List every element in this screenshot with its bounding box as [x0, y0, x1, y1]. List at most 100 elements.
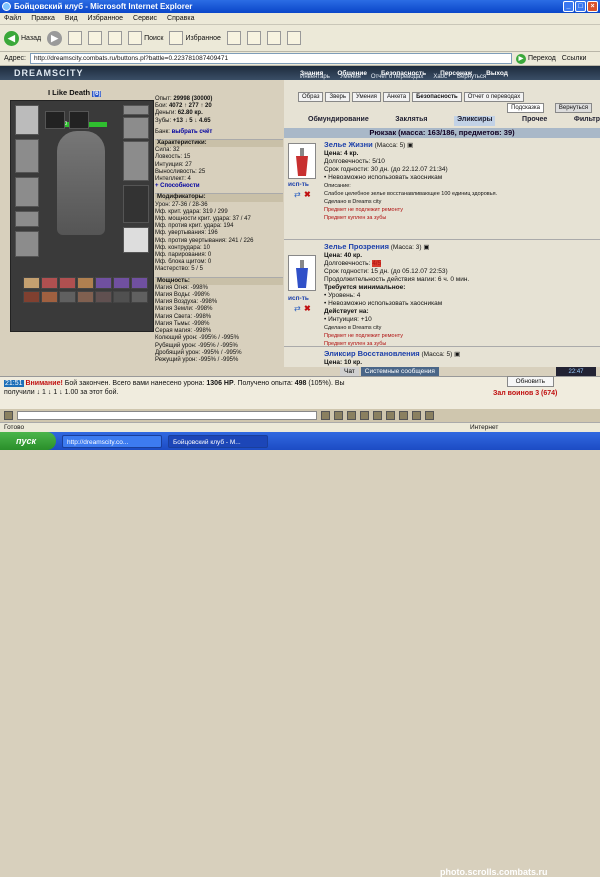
- minimize-button[interactable]: _: [563, 1, 574, 12]
- tab-elixirs[interactable]: Эликсиры: [454, 116, 496, 126]
- nav-exit[interactable]: Выход: [486, 70, 508, 77]
- use-button[interactable]: исп-ть: [288, 181, 309, 188]
- inv-slot[interactable]: [23, 291, 40, 303]
- item-name[interactable]: Эликсир Восстановления: [324, 349, 420, 358]
- smiley-icon[interactable]: [347, 411, 356, 420]
- exit-icon[interactable]: [425, 411, 434, 420]
- subnav-chaos[interactable]: Хаос: [433, 74, 447, 80]
- tab-equipment[interactable]: Обмундирование: [308, 116, 369, 126]
- tab-chat[interactable]: Чат: [340, 367, 359, 376]
- home-icon[interactable]: [108, 31, 123, 45]
- inv-slot[interactable]: [59, 291, 76, 303]
- subnav-return[interactable]: Вернуться: [457, 74, 486, 80]
- profile-button[interactable]: Анкета: [382, 92, 411, 102]
- armor-slot[interactable]: [15, 177, 39, 207]
- item-name[interactable]: Зелье Жизни: [324, 140, 373, 149]
- inv-slot[interactable]: [77, 277, 94, 289]
- weapon-slot[interactable]: [15, 139, 39, 173]
- chat-settings-icon[interactable]: [4, 411, 13, 420]
- inv-slot[interactable]: [41, 291, 58, 303]
- filter-icon[interactable]: [360, 411, 369, 420]
- history-icon[interactable]: [226, 31, 241, 45]
- bag-icon[interactable]: [399, 411, 408, 420]
- weapon2-slot[interactable]: [15, 231, 39, 257]
- attrs-header[interactable]: Характеристики:: [155, 139, 283, 148]
- people-icon[interactable]: [412, 411, 421, 420]
- taskbar-item-active[interactable]: Бойцовский клуб - M...: [168, 434, 268, 448]
- transfer-icon[interactable]: ⇄: [294, 190, 301, 199]
- mods-header[interactable]: Модификаторы:: [155, 193, 283, 202]
- back-button[interactable]: ◀ Назад: [4, 30, 41, 46]
- links-label[interactable]: Ссылки: [562, 55, 587, 62]
- chat-time[interactable]: 21:51: [4, 380, 24, 387]
- tab-filter[interactable]: Фильтр: [574, 116, 600, 126]
- hint-button[interactable]: Подсказка: [507, 103, 544, 113]
- go-button[interactable]: ▶ Переход: [515, 53, 556, 64]
- menu-help[interactable]: Справка: [167, 15, 194, 22]
- tab-other[interactable]: Прочее: [522, 116, 547, 126]
- shield-icon[interactable]: [386, 411, 395, 420]
- sword-icon[interactable]: [373, 411, 382, 420]
- forward-arrow-icon[interactable]: ▶: [47, 30, 63, 46]
- shield-slot[interactable]: [123, 141, 149, 181]
- delete-icon[interactable]: ✖: [304, 304, 311, 313]
- transfer-icon[interactable]: ⇄: [294, 304, 301, 313]
- taskbar-item[interactable]: http://dreamscity.co...: [62, 434, 162, 448]
- chat-input[interactable]: [17, 411, 317, 420]
- close-button[interactable]: ×: [587, 1, 598, 12]
- item-name[interactable]: Зелье Прозрения: [324, 242, 389, 251]
- ring-slot-1[interactable]: [123, 105, 149, 115]
- subnav-skills[interactable]: Умения: [340, 74, 361, 80]
- edit-icon[interactable]: [286, 31, 301, 45]
- return-button[interactable]: Вернуться: [554, 103, 592, 113]
- subnav-inventory[interactable]: Инвентарь: [300, 74, 330, 80]
- search-button[interactable]: Поиск: [128, 31, 163, 45]
- inv-slot[interactable]: [59, 277, 76, 289]
- start-button[interactable]: пуск: [0, 432, 56, 450]
- belt-slot[interactable]: [15, 211, 39, 227]
- tab-spells[interactable]: Заклятья: [395, 116, 427, 126]
- clear-icon[interactable]: [334, 411, 343, 420]
- inv-slot[interactable]: [113, 277, 130, 289]
- send-icon[interactable]: [321, 411, 330, 420]
- inv-slot[interactable]: [23, 277, 40, 289]
- stop-icon[interactable]: [68, 31, 83, 45]
- pet-button[interactable]: Зверь: [325, 92, 351, 102]
- inv-slot[interactable]: [95, 277, 112, 289]
- menu-edit[interactable]: Правка: [31, 15, 55, 22]
- inv-slot[interactable]: [41, 277, 58, 289]
- inv-slot[interactable]: [77, 291, 94, 303]
- menu-tools[interactable]: Сервис: [133, 15, 157, 22]
- url-field[interactable]: http://dreamscity.combats.ru/buttons.pl?…: [29, 53, 512, 64]
- power-header[interactable]: Мощность:: [155, 276, 283, 285]
- pants-slot[interactable]: [123, 185, 149, 223]
- room-name[interactable]: Зал воинов 3 (674): [493, 390, 557, 397]
- print-icon[interactable]: [266, 31, 281, 45]
- earring-slot[interactable]: [69, 111, 89, 129]
- mail-icon[interactable]: [246, 31, 261, 45]
- tab-system-messages[interactable]: Системные сообщения: [360, 367, 439, 376]
- bank-link[interactable]: выбрать счёт: [172, 129, 213, 135]
- security-button[interactable]: Безопасность: [412, 92, 462, 102]
- favorites-button[interactable]: Избранное: [169, 31, 221, 45]
- image-button[interactable]: Образ: [298, 92, 324, 102]
- inv-slot[interactable]: [131, 277, 148, 289]
- delete-icon[interactable]: ✖: [304, 190, 311, 199]
- helmet-slot[interactable]: [15, 105, 39, 135]
- inv-slot[interactable]: [113, 291, 130, 303]
- gloves-slot[interactable]: [123, 117, 149, 139]
- amulet-slot[interactable]: [45, 111, 65, 129]
- boots-slot[interactable]: [123, 227, 149, 253]
- abilities-link[interactable]: + Способности: [155, 183, 200, 189]
- menu-view[interactable]: Вид: [65, 15, 78, 22]
- menu-file[interactable]: Файл: [4, 15, 21, 22]
- character-name[interactable]: I Like Death [6]: [48, 88, 102, 97]
- use-button[interactable]: исп-ть: [288, 295, 309, 302]
- refresh-icon[interactable]: [88, 31, 103, 45]
- skills-button[interactable]: Умения: [352, 92, 381, 102]
- maximize-button[interactable]: □: [575, 1, 586, 12]
- transfers-button[interactable]: Отчет о переводах: [463, 92, 525, 102]
- inv-slot[interactable]: [95, 291, 112, 303]
- subnav-transfers[interactable]: Отчет о переводах: [371, 74, 424, 80]
- refresh-button[interactable]: Обновить: [506, 376, 554, 387]
